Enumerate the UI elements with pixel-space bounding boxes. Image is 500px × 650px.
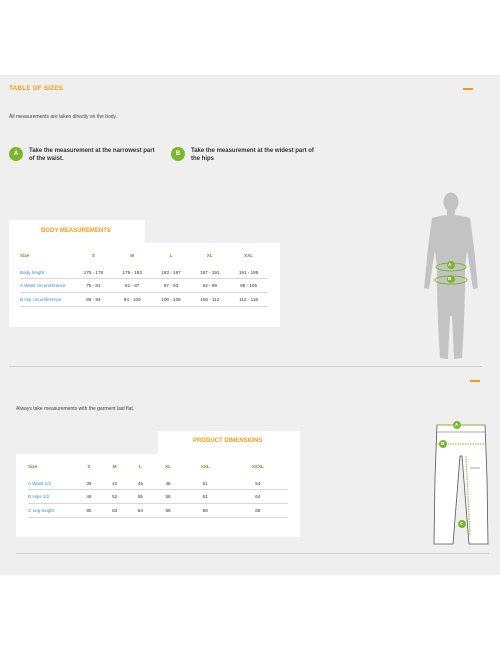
col-m: M <box>112 250 152 265</box>
table-cell: 45 <box>127 475 154 490</box>
product-dimensions-table: Size S M L XL XXL XXXL A Waist 1/2 39 42… <box>28 461 288 518</box>
col-xxl: XXL <box>182 461 228 476</box>
section-divider <box>9 366 482 367</box>
figure-label-b: B <box>448 276 452 281</box>
col-s: S <box>76 461 102 476</box>
col-l: L <box>151 250 191 265</box>
table-cell: 39 <box>76 475 102 490</box>
pants-figure <box>433 421 489 545</box>
badge-a: A <box>9 147 23 161</box>
table-cell: 99 - 105 <box>229 278 268 293</box>
table-cell: 48 <box>153 475 183 490</box>
product-note: Always take measurements with the garmen… <box>16 406 135 412</box>
pants-label-a: A <box>455 422 459 427</box>
col-xxxl: XXXL <box>227 461 288 476</box>
page-title: TABLE OF SIZES <box>9 85 64 92</box>
table-cell: 87 - 93 <box>151 278 191 293</box>
col-s: S <box>74 250 113 265</box>
figure-label-a: A <box>448 262 452 267</box>
col-l: L <box>127 461 154 476</box>
step-a: A Take the measurement at the narrowest … <box>9 147 159 163</box>
pants-label-c: C <box>460 521 464 526</box>
table-cell: 94 - 100 <box>112 292 152 307</box>
body-measurements-table: Size S M L XL XXL Body height 175 - 179 … <box>20 250 268 307</box>
pants-label-b: B <box>441 441 445 446</box>
product-card-title: PRODUCT DIMENSIONS <box>193 438 263 444</box>
col-xxl: XXL <box>229 250 268 265</box>
table-cell: 42 <box>101 475 128 490</box>
table-cell: 83 <box>101 503 128 518</box>
body-card-title: BODY MEASUREMENTS <box>41 228 111 234</box>
table-cell: 88 <box>182 503 228 518</box>
step-b: B Take the measurement at the widest par… <box>171 147 321 163</box>
row-label: A Waist circumference <box>20 278 74 293</box>
table-cell: 84 <box>127 503 154 518</box>
col-xl: XL <box>153 461 183 476</box>
table-cell: 86 - 94 <box>74 292 113 307</box>
step-b-text: Take the measurement at the widest part … <box>191 148 314 162</box>
section-divider-bottom <box>16 553 489 554</box>
table-cell: 187 - 191 <box>190 264 230 279</box>
col-size: Size <box>20 250 74 265</box>
col-size: Size <box>28 461 76 476</box>
collapse-minus-icon[interactable] <box>470 380 480 382</box>
row-label: C Leg length <box>28 503 76 518</box>
table-cell: 52 <box>101 489 128 504</box>
table-cell: 58 <box>153 489 183 504</box>
badge-b: B <box>171 147 185 161</box>
table-cell: 55 <box>127 489 154 504</box>
table-cell: 179 - 183 <box>112 264 152 279</box>
table-cell: 112 - 118 <box>229 292 268 307</box>
collapse-minus-icon[interactable] <box>463 88 473 90</box>
col-m: M <box>101 461 128 476</box>
row-label: B Hip circumference <box>20 292 74 307</box>
table-cell: 106 - 112 <box>190 292 230 307</box>
step-a-text: Take the measurement at the narrowest pa… <box>29 148 155 162</box>
table-cell: 88 <box>227 503 288 518</box>
row-label: B Hips 1/2 <box>28 489 76 504</box>
table-cell: 54 <box>227 475 288 490</box>
table-cell: 183 - 187 <box>151 264 191 279</box>
table-cell: 51 <box>182 475 228 490</box>
body-note: All measurements are taken directly on t… <box>9 114 118 120</box>
table-cell: 49 <box>76 489 102 504</box>
table-cell: 191 - 195 <box>229 264 268 279</box>
row-label: A Waist 1/2 <box>28 475 76 490</box>
table-cell: 80 <box>76 503 102 518</box>
table-cell: 93 - 99 <box>190 278 230 293</box>
col-xl: XL <box>190 250 230 265</box>
row-label: Body height <box>20 264 74 279</box>
table-cell: 75 - 81 <box>74 278 113 293</box>
table-cell: 61 <box>182 489 228 504</box>
table-cell: 64 <box>227 489 288 504</box>
table-cell: 100 - 106 <box>151 292 191 307</box>
table-cell: 86 <box>153 503 183 518</box>
table-cell: 81 - 87 <box>112 278 152 293</box>
table-cell: 175 - 179 <box>74 264 113 279</box>
